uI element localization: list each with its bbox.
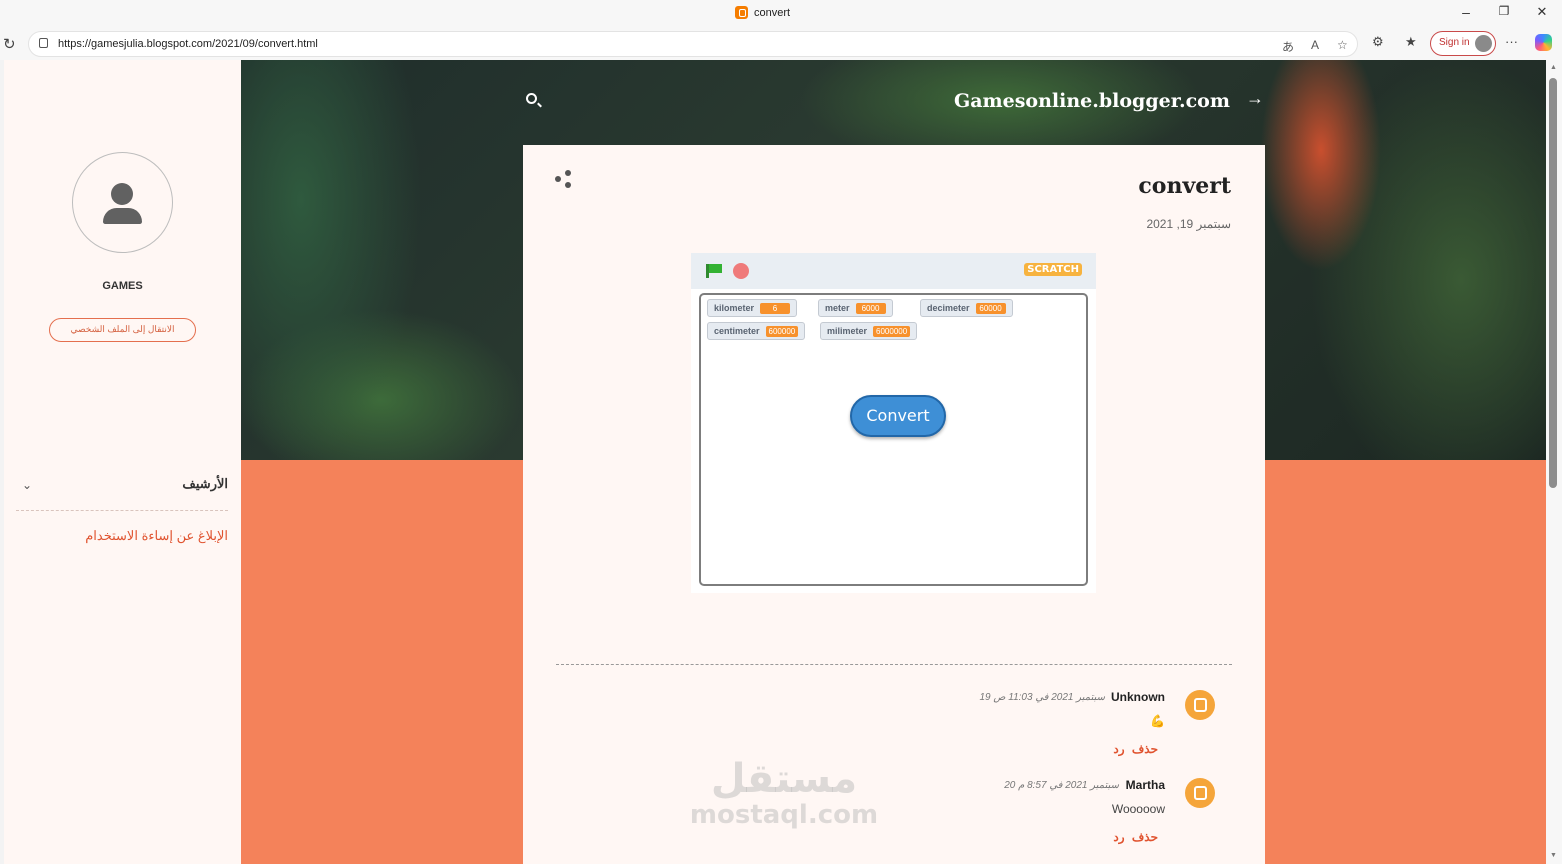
close-button[interactable]: ✕ xyxy=(1532,4,1552,20)
convert-button[interactable]: Convert xyxy=(850,395,946,437)
monitor-value: 6000000 xyxy=(873,325,911,337)
report-abuse-link[interactable]: الإبلاغ عن إساءة الاستخدام xyxy=(85,528,228,544)
search-icon[interactable] xyxy=(526,93,537,104)
translate-icon[interactable]: あ xyxy=(1282,38,1294,55)
favorite-star-icon[interactable]: ☆ xyxy=(1337,38,1348,52)
monitor-value: 60000 xyxy=(975,302,1006,314)
stop-icon[interactable] xyxy=(733,263,749,279)
blog-title[interactable]: Gamesonline.blogger.com xyxy=(954,90,1230,112)
monitor-decimeter: decimeter 60000 xyxy=(920,299,1013,317)
monitor-kilometer: kilometer 6 xyxy=(707,299,798,317)
monitor-label: meter xyxy=(825,303,850,313)
sidebar: GAMES الانتقال إلى الملف الشخصي ⌄ الأرشي… xyxy=(4,60,241,864)
delete-link[interactable]: حذف xyxy=(1132,830,1158,844)
archive-heading[interactable]: الأرشيف xyxy=(182,476,228,492)
comment-date[interactable]: 20 سبتمبر 2021 في 8:57 م xyxy=(1004,780,1119,791)
tab-title: convert xyxy=(754,6,791,19)
lock-icon[interactable] xyxy=(39,38,48,48)
monitor-value: 600000 xyxy=(765,325,799,337)
comment-author[interactable]: Unknown xyxy=(1111,690,1165,704)
watermark-arabic: مستقل xyxy=(710,756,858,802)
reply-link[interactable]: رد xyxy=(1113,742,1124,756)
read-aloud-icon[interactable]: A xyxy=(1311,38,1319,52)
chevron-down-icon[interactable]: ⌄ xyxy=(22,478,32,492)
comment-actions: حذف رد xyxy=(1109,742,1158,756)
page-scrollbar[interactable]: ▲ ▼ xyxy=(1546,60,1562,864)
comment-author[interactable]: Martha xyxy=(1126,778,1165,792)
watermark-latin: mostaql.com xyxy=(689,800,879,830)
monitor-meter: meter 6000 xyxy=(818,299,893,317)
browser-tab[interactable]: convert xyxy=(735,6,790,19)
comment-actions: حذف رد xyxy=(1109,830,1158,844)
monitor-label: centimeter xyxy=(714,326,760,336)
monitor-label: decimeter xyxy=(927,303,970,313)
blogger-icon xyxy=(1185,690,1215,720)
profile-avatar[interactable] xyxy=(72,152,173,253)
scratch-toolbar: SCRATCH xyxy=(691,253,1096,289)
scratch-stage[interactable]: kilometer 6 meter 6000 decimeter 60000 c… xyxy=(699,293,1088,586)
person-icon-body xyxy=(103,208,142,224)
more-menu-icon[interactable]: ··· xyxy=(1505,34,1518,49)
person-icon xyxy=(111,183,133,205)
browser-titlebar: convert – ❐ ✕ xyxy=(0,0,1562,28)
arrow-right-icon[interactable]: → xyxy=(1246,88,1264,109)
scrollbar-thumb[interactable] xyxy=(1549,78,1557,488)
scratch-logo[interactable]: SCRATCH xyxy=(1024,263,1082,276)
visit-profile-button[interactable]: الانتقال إلى الملف الشخصي xyxy=(49,318,196,342)
sign-in-label: Sign in xyxy=(1439,37,1470,48)
monitor-value: 6 xyxy=(760,302,791,314)
comment-body: Wooooow xyxy=(1111,802,1165,816)
profile-avatar-icon xyxy=(1475,35,1492,52)
comment-item: Unknown 19 سبتمبر 2021 في 11:03 ص 💪 حذف … xyxy=(523,690,1265,770)
comment-body: 💪 xyxy=(1150,714,1165,728)
comment-item: Martha 20 سبتمبر 2021 في 8:57 م Wooooow … xyxy=(523,778,1265,858)
reply-link[interactable]: رد xyxy=(1113,830,1124,844)
post-card: convert سبتمبر 19, 2021 SCRATCH kilomete… xyxy=(523,145,1265,864)
monitor-milimeter: milimeter 6000000 xyxy=(820,322,918,340)
url-text: https://gamesjulia.blogspot.com/2021/09/… xyxy=(58,38,318,50)
post-date: سبتمبر 19, 2021 xyxy=(1146,217,1231,231)
restore-button[interactable]: ❐ xyxy=(1494,4,1514,18)
profile-name: GAMES xyxy=(102,280,143,292)
monitor-value: 6000 xyxy=(855,302,886,314)
scratch-player: SCRATCH kilometer 6 meter 6000 decimeter… xyxy=(691,253,1096,593)
comment-date[interactable]: 19 سبتمبر 2021 في 11:03 ص xyxy=(979,692,1105,703)
post-title: convert xyxy=(1138,173,1231,199)
copilot-icon[interactable] xyxy=(1535,34,1552,51)
green-flag-icon[interactable] xyxy=(706,264,722,278)
sidebar-divider xyxy=(16,510,228,511)
watermark: مستقل mostaql.com xyxy=(684,757,884,829)
minimize-button[interactable]: – xyxy=(1456,4,1476,20)
blogger-icon xyxy=(1185,778,1215,808)
delete-link[interactable]: حذف xyxy=(1132,742,1158,756)
scroll-up-icon[interactable]: ▲ xyxy=(1550,64,1557,71)
reload-icon[interactable]: ↻ xyxy=(3,35,16,53)
comments-divider xyxy=(556,664,1232,665)
monitor-centimeter: centimeter 600000 xyxy=(707,322,806,340)
blogger-favicon-icon xyxy=(735,6,748,19)
address-bar-row: ↻ https://gamesjulia.blogspot.com/2021/0… xyxy=(0,28,1562,60)
favorites-icon[interactable]: ★ xyxy=(1405,34,1417,50)
url-field[interactable]: https://gamesjulia.blogspot.com/2021/09/… xyxy=(28,31,1358,57)
sign-in-button[interactable]: Sign in xyxy=(1430,31,1496,56)
monitor-label: milimeter xyxy=(827,326,868,336)
monitor-label: kilometer xyxy=(714,303,755,313)
extensions-icon[interactable]: ⚙ xyxy=(1372,34,1384,50)
blog-page: Gamesonline.blogger.com → GAMES الانتقال… xyxy=(4,60,1546,864)
scroll-down-icon[interactable]: ▼ xyxy=(1550,852,1557,859)
